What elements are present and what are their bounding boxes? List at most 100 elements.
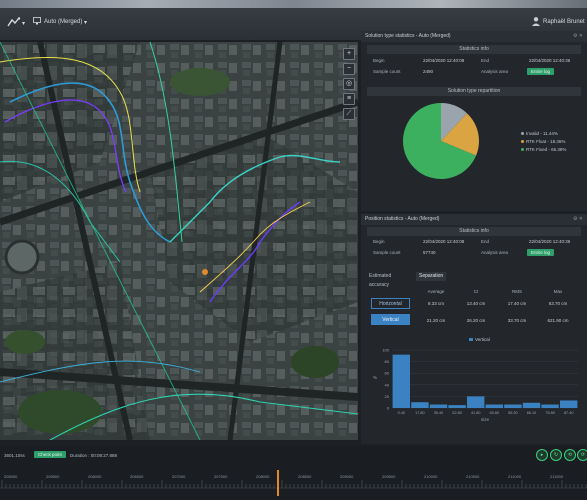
source-selector[interactable]: Auto (Merged) (44, 19, 82, 25)
row-vertical-button[interactable]: Vertical (371, 314, 410, 325)
col-header-rms: RMS (512, 289, 522, 294)
legend-label: RTK Fixed - 65.38% (526, 147, 567, 152)
col-header-max: Max (553, 289, 563, 294)
measure-icon[interactable]: ⟋ (343, 108, 355, 120)
histogram-bar (448, 405, 466, 408)
timeline-scrubber[interactable] (0, 462, 587, 500)
area-label: Analysis area (481, 69, 509, 74)
table-cell: 8.33 cm (427, 301, 444, 306)
panel-settings-icon[interactable]: ⚙ ✕ (573, 31, 583, 42)
zoom-out-icon[interactable]: − (343, 63, 355, 75)
user-avatar-icon[interactable] (531, 16, 541, 26)
area-label: Analysis area (481, 250, 509, 255)
analysis-area-button[interactable]: Entire log (527, 249, 555, 256)
legend-item: Invalid - 11.44% (521, 131, 558, 136)
x-tick-label: 75.80 (545, 411, 555, 415)
y-tick-label: 0 (387, 406, 390, 411)
zoom-in-icon[interactable]: + (343, 48, 355, 60)
position-readout: 3601.10ss (4, 453, 25, 458)
histogram-bar (392, 354, 410, 408)
x-tick-label: 55.30 (508, 411, 518, 415)
legend-label: Vertical (475, 337, 490, 342)
x-tick-label: 45.80 (490, 411, 500, 415)
legend-item: RTK Fixed - 65.38% (521, 147, 566, 152)
app-logo-icon[interactable] (7, 17, 21, 27)
y-tick-label: 80 (385, 359, 390, 364)
end-label: End (481, 239, 490, 244)
y-tick-label: 20 (385, 394, 390, 399)
col-header-ci: CI (473, 289, 479, 294)
tab-estimated-accuracy[interactable]: Estimated accuracy (366, 272, 394, 288)
panel-title: Position statistics - Auto (Merged) (365, 216, 440, 222)
timeline-label: 206000 (88, 474, 102, 479)
timeline-label: 211500 (550, 474, 564, 479)
timeline-label: 208000 (256, 474, 270, 479)
table-cell: 21.20 cm (426, 318, 446, 323)
x-tick-label: 87.40 (564, 411, 574, 415)
histogram-bar (467, 396, 485, 408)
legend-label: RTK Float - 18.36% (526, 139, 566, 144)
stats-info-header: Statistics info (367, 45, 581, 54)
sample-value: 2490 (423, 69, 434, 74)
solution-pie-chart (403, 103, 479, 179)
panel-title: Solution type statistics - Auto (Merged) (365, 33, 451, 39)
histogram-bar (485, 404, 503, 408)
device-icon[interactable] (33, 17, 41, 25)
skip-forward-icon[interactable]: ⟳ (577, 449, 587, 461)
begin-label: Begin (373, 239, 385, 244)
histogram-bar (429, 404, 448, 408)
begin-value: 22/04/2020 12:40:08 (423, 58, 465, 63)
sample-value: 57740 (423, 250, 436, 255)
x-axis-label: size (481, 417, 489, 422)
timeline-label: 208500 (298, 474, 312, 479)
legend-dot-icon (521, 148, 524, 151)
play-icon[interactable]: ▸ (536, 449, 548, 461)
timeline-label: 205500 (46, 474, 60, 479)
x-tick-label: 41.80 (471, 411, 481, 415)
skip-back-icon[interactable]: ⟲ (564, 449, 576, 461)
timeline-cursor[interactable] (277, 470, 279, 496)
layers-icon[interactable]: ≡ (343, 93, 355, 105)
vertical-histogram: 0 20 40 60 80 100% 0.40 17.80 35.40 52.80 41.80 45.… (373, 337, 578, 422)
panel-title-bar: Solution type statistics - Auto (Merged)… (361, 31, 587, 42)
legend-swatch (469, 338, 473, 341)
table-cell: 26.20 cm (466, 318, 486, 323)
timeline-label: 210500 (466, 474, 480, 479)
table-cell: 17.40 cm (507, 301, 527, 306)
table-cell: 621.90 cm (547, 318, 569, 323)
duration-text: Duration : 00:08:27.888 (70, 453, 118, 458)
loop-icon[interactable]: ↻ (550, 449, 562, 461)
timeline-label: 209000 (340, 474, 354, 479)
timeline-label: 207000 (172, 474, 186, 479)
table-cell: 63.70 cm (548, 301, 568, 306)
stats-info-header: Statistics info (367, 227, 581, 236)
legend-dot-icon (521, 140, 524, 143)
analysis-area-button[interactable]: Entire log (527, 68, 555, 75)
panel-settings-icon[interactable]: ⚙ ✕ (573, 214, 583, 225)
center-icon[interactable]: ◎ (343, 78, 355, 90)
logo-dropdown-icon[interactable]: ▾ (22, 20, 25, 27)
end-label: End (481, 58, 490, 63)
row-horizontal-button[interactable]: Horizontal (371, 298, 410, 309)
y-tick-label: 100 (382, 348, 389, 353)
satellite-map[interactable] (0, 42, 358, 440)
histogram-bar (411, 402, 429, 408)
timeline-label: 209500 (382, 474, 396, 479)
panel-title-bar: Position statistics - Auto (Merged) ⚙ ✕ (361, 214, 587, 225)
legend-dot-icon (521, 132, 524, 135)
timeline-label: 207500 (214, 474, 228, 479)
solution-type-panel: Solution type statistics - Auto (Merged)… (361, 31, 587, 211)
timeline-label: 211000 (508, 474, 522, 479)
timeline-label: 206500 (130, 474, 144, 479)
legend-label: Invalid - 11.44% (526, 131, 558, 136)
y-tick-label: 60 (385, 371, 390, 376)
begin-label: Begin (373, 58, 385, 63)
window-glow (0, 0, 587, 8)
end-value: 22/04/2020 12:40:36 (529, 58, 571, 63)
chevron-down-icon[interactable]: ▾ (84, 19, 87, 26)
tab-separation[interactable]: Separation (416, 272, 447, 281)
map-view[interactable]: + − ◎ ≡ ⟋ (0, 42, 358, 440)
user-name[interactable]: Raphaël Brunet (543, 19, 585, 25)
sample-label: Sample count (373, 250, 401, 255)
x-tick-label: 17.80 (415, 411, 425, 415)
